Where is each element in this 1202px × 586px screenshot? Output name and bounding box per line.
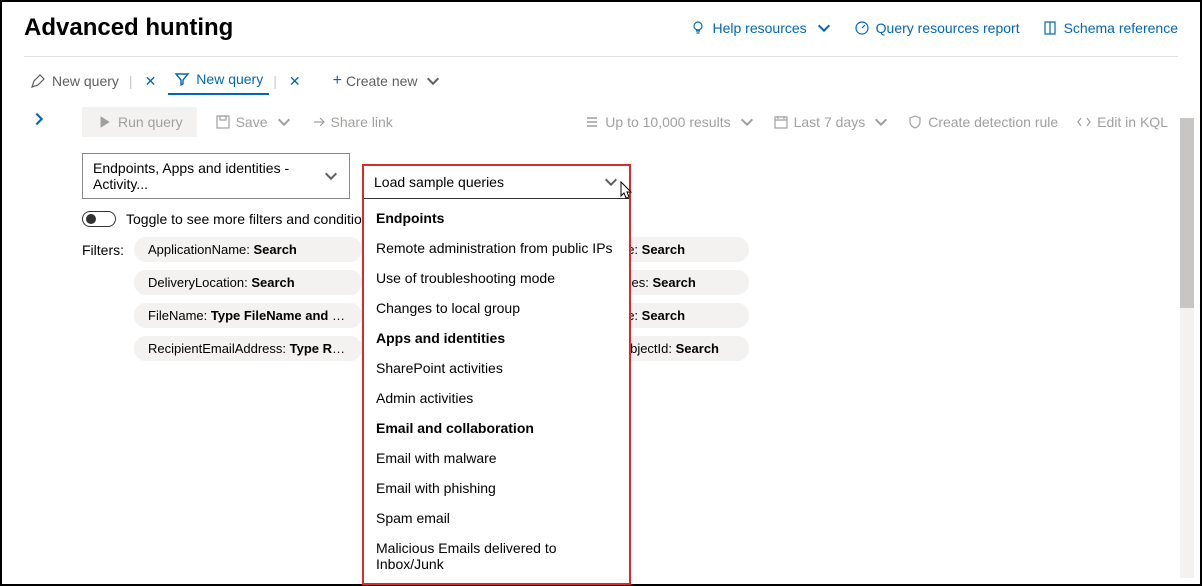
schema-reference-button[interactable]: Schema reference bbox=[1042, 20, 1178, 36]
filter-pill[interactable]: FileName: Type FileName and pr... bbox=[134, 303, 362, 328]
tab-close-2[interactable]: ✕ bbox=[281, 73, 309, 90]
share-label: Share link bbox=[331, 114, 393, 130]
sample-queries-header[interactable]: Load sample queries bbox=[364, 166, 629, 199]
tab-separator: | bbox=[273, 73, 277, 89]
dropdown-section-title: Endpoints bbox=[364, 203, 629, 233]
create-detection-rule-button[interactable]: Create detection rule bbox=[907, 114, 1058, 130]
query-resources-label: Query resources report bbox=[876, 20, 1020, 36]
code-icon bbox=[1076, 114, 1092, 130]
tab-new-query-1[interactable]: New query bbox=[24, 69, 125, 93]
dropdown-section-title: Email and collaboration bbox=[364, 413, 629, 443]
dropdown-item[interactable]: Use of troubleshooting mode bbox=[364, 263, 629, 293]
meter-icon bbox=[854, 20, 870, 36]
date-range-dropdown[interactable]: Last 7 days bbox=[773, 114, 890, 130]
dropdown-item[interactable]: SharePoint activities bbox=[364, 353, 629, 383]
tab-new-query-2[interactable]: New query bbox=[168, 67, 269, 95]
filter-pill[interactable]: DeliveryLocation: Search bbox=[134, 270, 362, 295]
chevron-down-icon bbox=[323, 168, 339, 184]
save-button[interactable]: Save bbox=[215, 114, 292, 130]
schema-reference-label: Schema reference bbox=[1064, 20, 1178, 36]
help-resources-button[interactable]: Help resources bbox=[690, 20, 831, 36]
chevron-down-icon bbox=[873, 114, 889, 130]
page-title: Advanced hunting bbox=[24, 14, 233, 42]
more-filters-toggle[interactable] bbox=[82, 211, 116, 227]
query-resources-report-button[interactable]: Query resources report bbox=[854, 20, 1020, 36]
list-icon bbox=[584, 114, 600, 130]
pencil-icon bbox=[30, 73, 46, 89]
date-range-label: Last 7 days bbox=[794, 114, 866, 130]
lightbulb-icon bbox=[690, 20, 706, 36]
book-icon bbox=[1042, 20, 1058, 36]
calendar-icon bbox=[773, 114, 789, 130]
chevron-down-icon bbox=[276, 114, 292, 130]
tab-label-active: New query bbox=[196, 71, 263, 87]
dropdown-item[interactable]: Admin activities bbox=[364, 383, 629, 413]
tab-close-1[interactable]: ✕ bbox=[137, 73, 165, 90]
save-label: Save bbox=[236, 114, 268, 130]
collapse-panel-button[interactable] bbox=[24, 99, 54, 361]
filters-label: Filters: bbox=[82, 237, 134, 361]
scope-value: Endpoints, Apps and identities - Activit… bbox=[93, 160, 320, 192]
create-new-label: Create new bbox=[346, 73, 418, 89]
tab-separator: | bbox=[129, 73, 133, 89]
dropdown-item[interactable]: Malicious Emails delivered to Inbox/Junk bbox=[364, 533, 629, 579]
cursor-pointer-icon bbox=[618, 180, 636, 207]
scope-select[interactable]: Endpoints, Apps and identities - Activit… bbox=[82, 153, 350, 199]
filter-pill[interactable]: RecipientEmailAddress: Type Rec... bbox=[134, 336, 362, 361]
help-resources-label: Help resources bbox=[712, 20, 806, 36]
sample-queries-label: Load sample queries bbox=[374, 174, 504, 190]
results-label: Up to 10,000 results bbox=[605, 114, 730, 130]
chevron-right-icon bbox=[31, 111, 47, 127]
results-limit-dropdown[interactable]: Up to 10,000 results bbox=[584, 114, 754, 130]
dropdown-item[interactable]: Remote administration from public IPs bbox=[364, 233, 629, 263]
play-icon bbox=[96, 114, 112, 130]
sample-queries-dropdown[interactable]: Load sample queries EndpointsRemote admi… bbox=[362, 164, 631, 585]
dropdown-section-title: Apps and identities bbox=[364, 323, 629, 353]
run-query-button[interactable]: Run query bbox=[82, 107, 197, 137]
share-link-button[interactable]: Share link bbox=[310, 114, 393, 130]
vertical-scrollbar[interactable] bbox=[1180, 118, 1194, 578]
share-icon bbox=[310, 114, 326, 130]
dropdown-item[interactable]: Email with malware bbox=[364, 443, 629, 473]
save-icon bbox=[215, 114, 231, 130]
create-new-button[interactable]: + Create new bbox=[313, 72, 441, 90]
edit-kql-button[interactable]: Edit in KQL bbox=[1076, 114, 1168, 130]
dropdown-item[interactable]: Spam email bbox=[364, 503, 629, 533]
chevron-down-icon bbox=[425, 73, 441, 89]
chevron-down-icon bbox=[739, 114, 755, 130]
plus-icon: + bbox=[333, 72, 342, 90]
filter-icon bbox=[174, 71, 190, 87]
scrollbar-thumb[interactable] bbox=[1180, 118, 1194, 308]
dropdown-item[interactable]: Changes to local group bbox=[364, 293, 629, 323]
dropdown-item[interactable]: Email with phishing bbox=[364, 473, 629, 503]
tab-label: New query bbox=[52, 73, 119, 89]
filter-pill[interactable]: ApplicationName: Search bbox=[134, 237, 362, 262]
toggle-label: Toggle to see more filters and condition… bbox=[126, 211, 377, 227]
shield-icon bbox=[907, 114, 923, 130]
chevron-down-icon bbox=[816, 20, 832, 36]
chevron-down-icon bbox=[603, 174, 619, 190]
detection-label: Create detection rule bbox=[928, 114, 1058, 130]
run-label: Run query bbox=[118, 114, 183, 130]
edit-kql-label: Edit in KQL bbox=[1097, 114, 1168, 130]
